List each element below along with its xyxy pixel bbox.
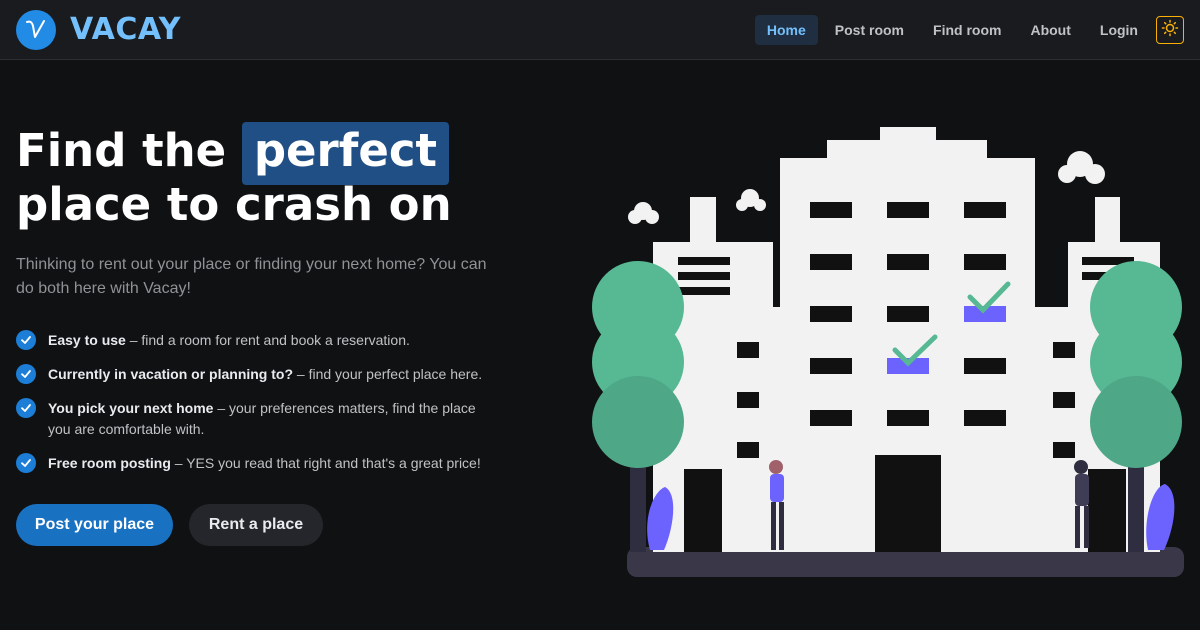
nav-about[interactable]: About <box>1018 15 1082 45</box>
building-illustration <box>592 127 1184 577</box>
vacay-logo-icon[interactable] <box>16 10 56 50</box>
feature-title: Currently in vacation or planning to? <box>48 366 294 382</box>
feature-title: Easy to use <box>48 332 126 348</box>
check-icon <box>16 398 36 418</box>
feature-text: – find your perfect place here. <box>293 366 483 382</box>
hero-description: Thinking to rent out your place or findi… <box>16 256 487 297</box>
hero-title-part1: Find the <box>16 124 227 177</box>
feature-item: You pick your next home – your preferenc… <box>16 398 496 440</box>
feature-item: Easy to use – find a room for rent and b… <box>16 330 496 351</box>
feature-text: – YES you read that right and that's a g… <box>170 455 481 471</box>
hero-title: Find the perfect place to crash on <box>16 122 576 232</box>
feature-title: You pick your next home <box>48 400 214 416</box>
rent-a-place-button[interactable]: Rent a place <box>189 504 323 546</box>
feature-item: Free room posting – YES you read that ri… <box>16 453 496 474</box>
check-icon <box>16 330 36 350</box>
header: VACAY Home Post room Find room About Log… <box>0 0 1200 60</box>
hero-title-part2: place to crash on <box>16 178 452 231</box>
hero-title-highlight: perfect <box>241 122 450 185</box>
nav-home[interactable]: Home <box>754 15 818 45</box>
theme-toggle-button[interactable] <box>1156 16 1184 44</box>
feature-title: Free room posting <box>48 455 171 471</box>
main-nav: Home Post room Find room About Login <box>750 15 1184 45</box>
brand-name[interactable]: VACAY <box>70 12 181 47</box>
nav-post-room[interactable]: Post room <box>823 15 916 45</box>
check-icon <box>16 453 36 473</box>
post-your-place-button[interactable]: Post your place <box>16 504 173 546</box>
feature-text: – find a room for rent and book a reserv… <box>125 332 410 348</box>
check-icon <box>16 364 36 384</box>
nav-find-room[interactable]: Find room <box>921 15 1013 45</box>
sun-icon <box>1161 19 1179 41</box>
feature-list: Easy to use – find a room for rent and b… <box>16 330 496 487</box>
feature-item: Currently in vacation or planning to? – … <box>16 364 496 385</box>
nav-login[interactable]: Login <box>1088 15 1150 45</box>
